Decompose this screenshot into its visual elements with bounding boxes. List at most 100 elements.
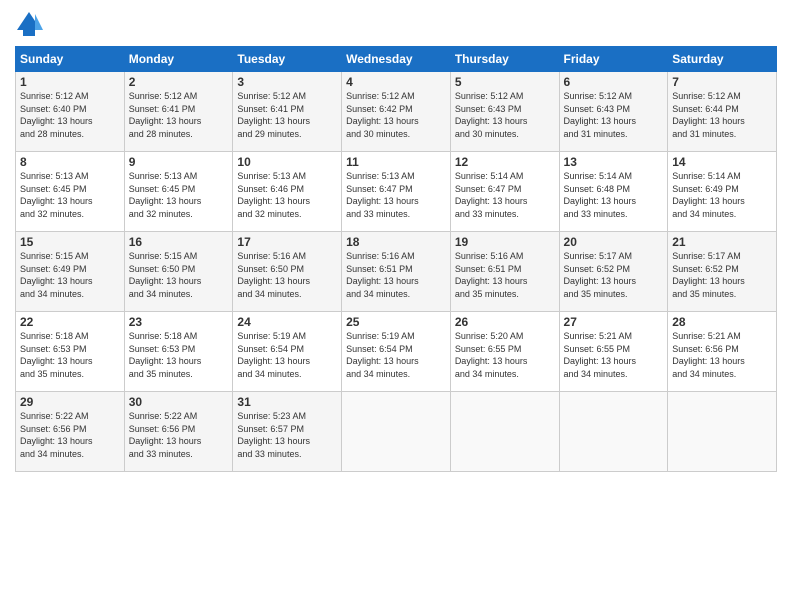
- sunrise-label: Sunrise: 5:17 AM: [564, 251, 633, 261]
- week-row-4: 22 Sunrise: 5:18 AM Sunset: 6:53 PM Dayl…: [16, 312, 777, 392]
- day-info: Sunrise: 5:17 AM Sunset: 6:52 PM Dayligh…: [672, 250, 772, 300]
- day-cell: 19 Sunrise: 5:16 AM Sunset: 6:51 PM Dayl…: [450, 232, 559, 312]
- day-cell: 7 Sunrise: 5:12 AM Sunset: 6:44 PM Dayli…: [668, 72, 777, 152]
- sunrise-label: Sunrise: 5:19 AM: [346, 331, 415, 341]
- sunrise-label: Sunrise: 5:12 AM: [455, 91, 524, 101]
- day-info: Sunrise: 5:16 AM Sunset: 6:51 PM Dayligh…: [346, 250, 446, 300]
- day-cell: 13 Sunrise: 5:14 AM Sunset: 6:48 PM Dayl…: [559, 152, 668, 232]
- daylight-label: Daylight: 13 hours: [564, 276, 637, 286]
- day-info: Sunrise: 5:13 AM Sunset: 6:47 PM Dayligh…: [346, 170, 446, 220]
- day-number: 24: [237, 315, 337, 329]
- day-info: Sunrise: 5:23 AM Sunset: 6:57 PM Dayligh…: [237, 410, 337, 460]
- daylight-label: Daylight: 13 hours: [237, 196, 310, 206]
- day-cell: 30 Sunrise: 5:22 AM Sunset: 6:56 PM Dayl…: [124, 392, 233, 472]
- sunset-label: Sunset: 6:52 PM: [672, 264, 739, 274]
- header-cell-friday: Friday: [559, 47, 668, 72]
- sunrise-label: Sunrise: 5:16 AM: [455, 251, 524, 261]
- sunset-label: Sunset: 6:56 PM: [129, 424, 196, 434]
- sunrise-label: Sunrise: 5:20 AM: [455, 331, 524, 341]
- day-info: Sunrise: 5:20 AM Sunset: 6:55 PM Dayligh…: [455, 330, 555, 380]
- daylight-label: Daylight: 13 hours: [20, 436, 93, 446]
- day-number: 6: [564, 75, 664, 89]
- week-row-3: 15 Sunrise: 5:15 AM Sunset: 6:49 PM Dayl…: [16, 232, 777, 312]
- daylight-label: Daylight: 13 hours: [564, 196, 637, 206]
- day-cell: 23 Sunrise: 5:18 AM Sunset: 6:53 PM Dayl…: [124, 312, 233, 392]
- day-cell: 14 Sunrise: 5:14 AM Sunset: 6:49 PM Dayl…: [668, 152, 777, 232]
- day-info: Sunrise: 5:16 AM Sunset: 6:50 PM Dayligh…: [237, 250, 337, 300]
- sunset-label: Sunset: 6:56 PM: [672, 344, 739, 354]
- sunset-label: Sunset: 6:44 PM: [672, 104, 739, 114]
- day-number: 27: [564, 315, 664, 329]
- daylight-minutes: and 34 minutes.: [20, 449, 84, 459]
- sunset-label: Sunset: 6:47 PM: [455, 184, 522, 194]
- day-cell: 24 Sunrise: 5:19 AM Sunset: 6:54 PM Dayl…: [233, 312, 342, 392]
- daylight-label: Daylight: 13 hours: [564, 116, 637, 126]
- sunset-label: Sunset: 6:49 PM: [672, 184, 739, 194]
- day-info: Sunrise: 5:14 AM Sunset: 6:48 PM Dayligh…: [564, 170, 664, 220]
- day-info: Sunrise: 5:12 AM Sunset: 6:41 PM Dayligh…: [129, 90, 229, 140]
- day-cell: 17 Sunrise: 5:16 AM Sunset: 6:50 PM Dayl…: [233, 232, 342, 312]
- daylight-minutes: and 30 minutes.: [455, 129, 519, 139]
- day-number: 19: [455, 235, 555, 249]
- day-cell: 5 Sunrise: 5:12 AM Sunset: 6:43 PM Dayli…: [450, 72, 559, 152]
- sunrise-label: Sunrise: 5:12 AM: [564, 91, 633, 101]
- daylight-label: Daylight: 13 hours: [672, 116, 745, 126]
- sunset-label: Sunset: 6:43 PM: [564, 104, 631, 114]
- daylight-minutes: and 35 minutes.: [672, 289, 736, 299]
- daylight-minutes: and 34 minutes.: [672, 209, 736, 219]
- sunset-label: Sunset: 6:53 PM: [129, 344, 196, 354]
- sunset-label: Sunset: 6:41 PM: [237, 104, 304, 114]
- header-cell-thursday: Thursday: [450, 47, 559, 72]
- sunrise-label: Sunrise: 5:22 AM: [129, 411, 198, 421]
- day-number: 5: [455, 75, 555, 89]
- day-number: 9: [129, 155, 229, 169]
- day-cell: 9 Sunrise: 5:13 AM Sunset: 6:45 PM Dayli…: [124, 152, 233, 232]
- day-number: 26: [455, 315, 555, 329]
- day-number: 11: [346, 155, 446, 169]
- day-cell: 15 Sunrise: 5:15 AM Sunset: 6:49 PM Dayl…: [16, 232, 125, 312]
- header-cell-saturday: Saturday: [668, 47, 777, 72]
- day-cell: 20 Sunrise: 5:17 AM Sunset: 6:52 PM Dayl…: [559, 232, 668, 312]
- sunrise-label: Sunrise: 5:12 AM: [129, 91, 198, 101]
- daylight-minutes: and 31 minutes.: [564, 129, 628, 139]
- sunrise-label: Sunrise: 5:16 AM: [346, 251, 415, 261]
- daylight-label: Daylight: 13 hours: [129, 196, 202, 206]
- header-cell-monday: Monday: [124, 47, 233, 72]
- sunset-label: Sunset: 6:50 PM: [237, 264, 304, 274]
- day-info: Sunrise: 5:17 AM Sunset: 6:52 PM Dayligh…: [564, 250, 664, 300]
- sunrise-label: Sunrise: 5:21 AM: [564, 331, 633, 341]
- day-info: Sunrise: 5:16 AM Sunset: 6:51 PM Dayligh…: [455, 250, 555, 300]
- day-cell: 16 Sunrise: 5:15 AM Sunset: 6:50 PM Dayl…: [124, 232, 233, 312]
- day-cell: 22 Sunrise: 5:18 AM Sunset: 6:53 PM Dayl…: [16, 312, 125, 392]
- sunset-label: Sunset: 6:54 PM: [346, 344, 413, 354]
- day-number: 21: [672, 235, 772, 249]
- day-info: Sunrise: 5:12 AM Sunset: 6:41 PM Dayligh…: [237, 90, 337, 140]
- day-info: Sunrise: 5:13 AM Sunset: 6:45 PM Dayligh…: [20, 170, 120, 220]
- sunrise-label: Sunrise: 5:12 AM: [237, 91, 306, 101]
- daylight-label: Daylight: 13 hours: [672, 276, 745, 286]
- sunset-label: Sunset: 6:45 PM: [129, 184, 196, 194]
- sunrise-label: Sunrise: 5:15 AM: [20, 251, 89, 261]
- sunset-label: Sunset: 6:51 PM: [455, 264, 522, 274]
- day-cell: [668, 392, 777, 472]
- day-number: 28: [672, 315, 772, 329]
- daylight-minutes: and 28 minutes.: [20, 129, 84, 139]
- daylight-minutes: and 34 minutes.: [564, 369, 628, 379]
- day-info: Sunrise: 5:13 AM Sunset: 6:46 PM Dayligh…: [237, 170, 337, 220]
- sunset-label: Sunset: 6:51 PM: [346, 264, 413, 274]
- daylight-minutes: and 32 minutes.: [237, 209, 301, 219]
- day-number: 20: [564, 235, 664, 249]
- day-cell: 12 Sunrise: 5:14 AM Sunset: 6:47 PM Dayl…: [450, 152, 559, 232]
- daylight-label: Daylight: 13 hours: [20, 356, 93, 366]
- day-cell: 27 Sunrise: 5:21 AM Sunset: 6:55 PM Dayl…: [559, 312, 668, 392]
- sunset-label: Sunset: 6:41 PM: [129, 104, 196, 114]
- daylight-minutes: and 35 minutes.: [129, 369, 193, 379]
- day-info: Sunrise: 5:18 AM Sunset: 6:53 PM Dayligh…: [129, 330, 229, 380]
- day-info: Sunrise: 5:21 AM Sunset: 6:56 PM Dayligh…: [672, 330, 772, 380]
- sunrise-label: Sunrise: 5:14 AM: [672, 171, 741, 181]
- sunset-label: Sunset: 6:55 PM: [455, 344, 522, 354]
- day-number: 10: [237, 155, 337, 169]
- logo-icon: [15, 10, 43, 38]
- day-cell: 29 Sunrise: 5:22 AM Sunset: 6:56 PM Dayl…: [16, 392, 125, 472]
- day-cell: 26 Sunrise: 5:20 AM Sunset: 6:55 PM Dayl…: [450, 312, 559, 392]
